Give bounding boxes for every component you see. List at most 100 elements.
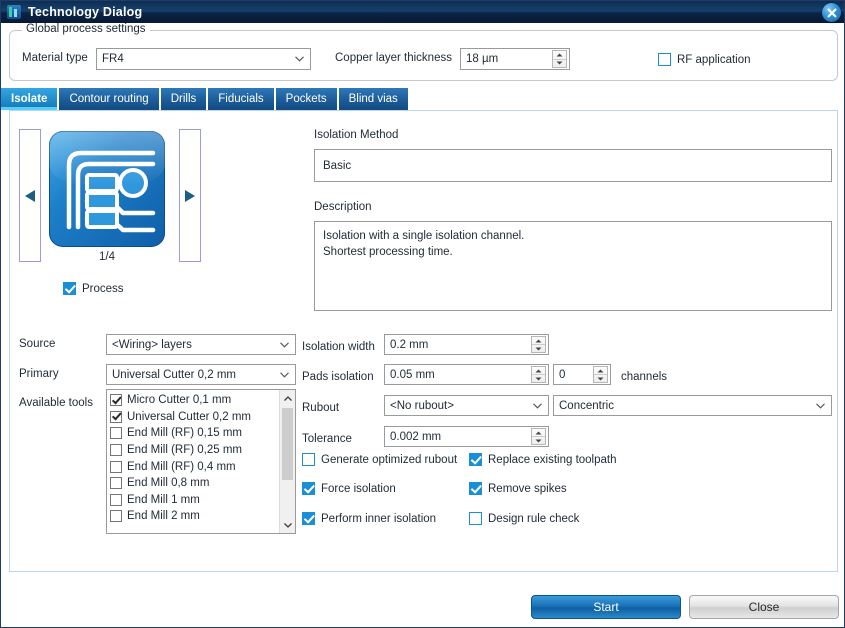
checkbox-box xyxy=(110,411,122,423)
checkbox-box xyxy=(302,453,315,466)
remove-spikes-checkbox[interactable]: Remove spikes xyxy=(469,482,567,495)
list-item-label: Universal Cutter 0,2 mm xyxy=(127,411,251,423)
replace-existing-toolpath-checkbox[interactable]: Replace existing toolpath xyxy=(469,453,617,466)
start-button[interactable]: Start xyxy=(531,595,681,619)
chevron-down-icon xyxy=(280,372,289,378)
material-type-select[interactable]: FR4 xyxy=(96,48,311,70)
stepper-down-icon[interactable] xyxy=(594,374,607,382)
tab-label: Fiducials xyxy=(218,93,263,105)
isolation-width-label: Isolation width xyxy=(302,341,375,353)
list-item[interactable]: End Mill (RF) 0,25 mm xyxy=(110,442,279,459)
pads-isolation-input[interactable]: 0.05 mm xyxy=(384,364,549,385)
isolation-method-preview-image xyxy=(49,131,165,247)
design-rule-check-checkbox[interactable]: Design rule check xyxy=(469,512,579,525)
stepper-up-icon[interactable] xyxy=(594,367,607,374)
rubout-label: Rubout xyxy=(302,402,339,414)
tab-contour-routing[interactable]: Contour routing xyxy=(59,88,158,110)
material-type-label: Material type xyxy=(22,52,88,64)
tab-pockets[interactable]: Pockets xyxy=(276,88,337,110)
tab-drills[interactable]: Drills xyxy=(161,88,207,110)
triangle-right-icon xyxy=(184,189,196,203)
checkbox-box xyxy=(110,510,122,522)
channels-stepper[interactable] xyxy=(593,366,608,383)
rf-application-checkbox[interactable]: RF application xyxy=(658,53,751,66)
technology-dialog-window: Technology Dialog Global process setting… xyxy=(0,0,845,628)
pads-isolation-stepper[interactable] xyxy=(531,366,546,383)
channels-input[interactable]: 0 xyxy=(553,364,611,385)
option-label: Design rule check xyxy=(488,513,579,525)
option-label: Generate optimized rubout xyxy=(321,454,457,466)
tolerance-stepper[interactable] xyxy=(531,428,546,445)
process-checkbox[interactable]: Process xyxy=(63,282,124,295)
primary-select[interactable]: Universal Cutter 0,2 mm xyxy=(106,364,296,385)
rf-application-label: RF application xyxy=(677,54,751,66)
list-item[interactable]: Universal Cutter 0,2 mm xyxy=(110,409,279,426)
stepper-up-icon[interactable] xyxy=(532,429,545,436)
tab-blind-vias[interactable]: Blind vias xyxy=(339,88,408,110)
channels-suffix-label: channels xyxy=(621,371,667,383)
isolation-method-label: Isolation Method xyxy=(314,129,398,141)
tab-label: Contour routing xyxy=(69,93,148,105)
isolation-width-input[interactable]: 0.2 mm xyxy=(384,334,549,355)
list-item[interactable]: End Mill (RF) 0,15 mm xyxy=(110,425,279,442)
stepper-down-icon[interactable] xyxy=(532,374,545,382)
tool-list-items: Micro Cutter 0,1 mm Universal Cutter 0,2… xyxy=(107,390,279,533)
copper-thickness-value: 18 µm xyxy=(466,53,498,65)
carousel-next-button[interactable] xyxy=(179,129,201,262)
list-item[interactable]: End Mill (RF) 0,4 mm xyxy=(110,458,279,475)
close-button[interactable]: Close xyxy=(689,595,839,619)
list-item[interactable]: End Mill 2 mm xyxy=(110,508,279,525)
perform-inner-isolation-checkbox[interactable]: Perform inner isolation xyxy=(302,512,436,525)
force-isolation-checkbox[interactable]: Force isolation xyxy=(302,482,396,495)
process-label: Process xyxy=(82,283,124,295)
scroll-down-button[interactable] xyxy=(280,517,295,533)
group-legend: Global process settings xyxy=(22,23,150,35)
start-button-label: Start xyxy=(593,600,618,614)
carousel-prev-button[interactable] xyxy=(19,129,41,262)
close-icon xyxy=(827,8,837,18)
list-item-label: End Mill 0,8 mm xyxy=(127,477,209,489)
generate-optimized-rubout-checkbox[interactable]: Generate optimized rubout xyxy=(302,453,457,466)
tab-fiducials[interactable]: Fiducials xyxy=(208,88,273,110)
rubout-select[interactable]: <No rubout> xyxy=(384,395,549,416)
pads-isolation-value: 0.05 mm xyxy=(390,369,435,381)
list-item-label: End Mill (RF) 0,15 mm xyxy=(127,427,242,439)
list-item[interactable]: Micro Cutter 0,1 mm xyxy=(110,392,279,409)
checkbox-box xyxy=(302,512,315,525)
copper-thickness-stepper[interactable] xyxy=(552,50,567,68)
tab-strip: Isolate Contour routing Drills Fiducials… xyxy=(1,88,410,110)
checkbox-box xyxy=(469,453,482,466)
source-select[interactable]: <Wiring> layers xyxy=(106,334,296,355)
stepper-down-icon[interactable] xyxy=(553,59,566,68)
list-item[interactable]: End Mill 0,8 mm xyxy=(110,475,279,492)
tab-label: Blind vias xyxy=(349,93,398,105)
isolation-method-field[interactable]: Basic xyxy=(314,149,832,182)
scrollbar-thumb[interactable] xyxy=(282,408,293,480)
tab-isolate[interactable]: Isolate xyxy=(1,88,57,110)
chevron-down-icon xyxy=(295,56,304,62)
list-item-label: End Mill (RF) 0,25 mm xyxy=(127,444,242,456)
tolerance-input[interactable]: 0.002 mm xyxy=(384,426,549,447)
checkbox-box xyxy=(110,394,122,406)
tab-label: Drills xyxy=(171,93,197,105)
checkbox-box xyxy=(63,282,76,295)
list-item[interactable]: End Mill 1 mm xyxy=(110,492,279,509)
list-item-label: End Mill 1 mm xyxy=(127,494,200,506)
stepper-down-icon[interactable] xyxy=(532,436,545,444)
tab-label: Pockets xyxy=(286,93,327,105)
tool-list-scrollbar[interactable] xyxy=(279,390,295,533)
copper-thickness-input[interactable]: 18 µm xyxy=(460,48,570,70)
checkbox-box xyxy=(110,494,122,506)
stepper-up-icon[interactable] xyxy=(532,337,545,344)
isolation-width-stepper[interactable] xyxy=(531,336,546,353)
stepper-down-icon[interactable] xyxy=(532,344,545,352)
source-label: Source xyxy=(19,338,55,350)
checkbox-box xyxy=(469,482,482,495)
close-window-button[interactable] xyxy=(822,3,841,22)
scroll-up-button[interactable] xyxy=(280,390,295,406)
checkbox-box xyxy=(110,444,122,456)
available-tools-list[interactable]: Micro Cutter 0,1 mm Universal Cutter 0,2… xyxy=(106,389,296,534)
stepper-up-icon[interactable] xyxy=(532,367,545,374)
rubout-mode-select[interactable]: Concentric xyxy=(553,395,832,416)
stepper-up-icon[interactable] xyxy=(553,51,566,59)
